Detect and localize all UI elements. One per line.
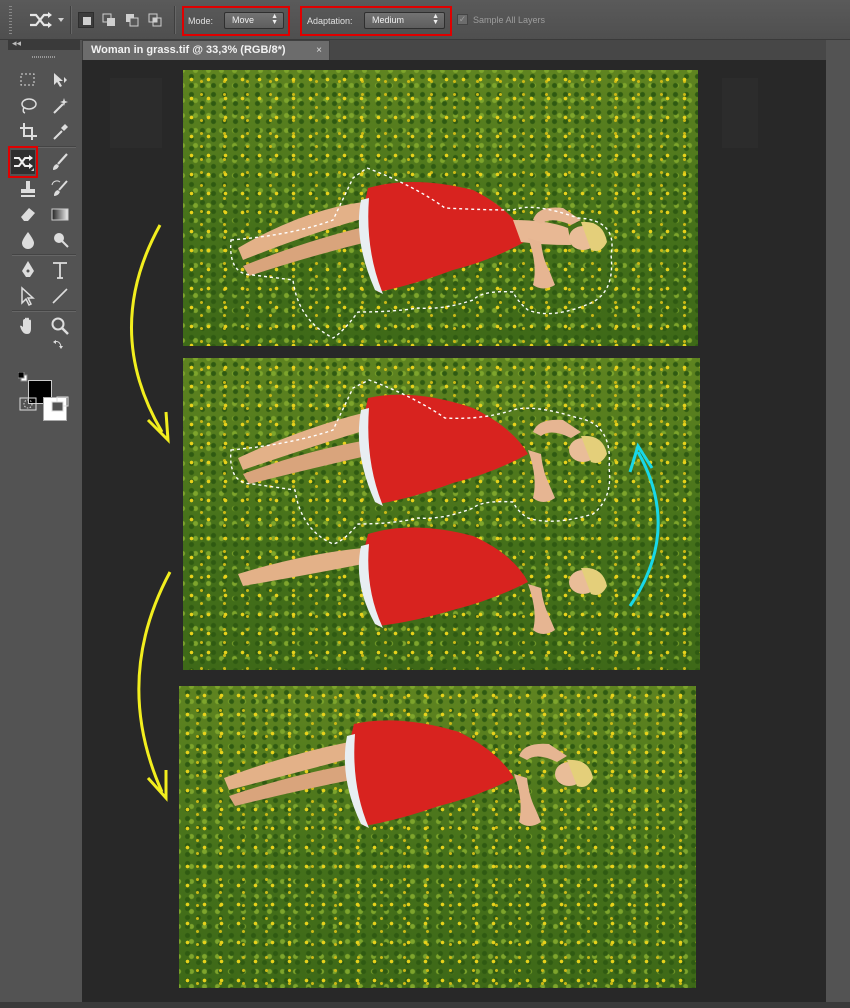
tools-panel-header[interactable]: ◂◂ [8, 38, 80, 50]
quick-mask-button[interactable] [16, 392, 40, 416]
pen-icon [22, 261, 34, 277]
faint-thumbnail [722, 78, 758, 148]
rectangular-marquee-tool[interactable] [16, 68, 40, 92]
type-icon [53, 262, 67, 279]
move-tool[interactable] [48, 68, 72, 92]
swap-colors-icon [53, 340, 63, 349]
hand-tool[interactable] [16, 314, 40, 338]
magic-wand-icon [53, 98, 68, 114]
blur-tool[interactable] [16, 228, 40, 252]
eraser-icon [21, 208, 35, 221]
down-arrow-1-head [146, 411, 170, 444]
woman-figure [224, 720, 593, 828]
tool-preset-picker[interactable] [26, 9, 66, 31]
intersect-selection-button[interactable] [147, 12, 163, 28]
adaptation-select-value: Medium [372, 15, 405, 25]
lasso-icon [21, 98, 37, 114]
eraser-tool[interactable] [16, 202, 40, 226]
eyedropper-icon [53, 124, 68, 140]
zoom-icon [51, 317, 69, 335]
gradient-icon [51, 208, 69, 221]
select-arrows-icon: ▲ ▼ [432, 13, 439, 26]
eyedropper-tool[interactable] [48, 120, 72, 144]
dodge-tool[interactable] [48, 228, 72, 252]
down-arrow-2-head [146, 770, 168, 802]
toolbar-separator [12, 310, 76, 312]
content-aware-move-tool[interactable] [11, 150, 35, 174]
document-tab-title: Woman in grass.tif @ 33,3% (RGB/8*) [91, 44, 286, 56]
adaptation-label: Adaptation: [307, 16, 353, 26]
swap-colors-button[interactable] [52, 338, 64, 350]
woman-figure [238, 181, 607, 294]
tab-strip [330, 40, 826, 60]
clone-stamp-icon [21, 181, 35, 197]
rectangular-marquee-icon [20, 73, 35, 86]
sample-all-layers-label: Sample All Layers [473, 15, 546, 25]
pen-tool[interactable] [16, 258, 40, 282]
screen-mode-button[interactable] [48, 392, 72, 416]
status-bar [0, 1002, 850, 1008]
toolbar-separator [12, 254, 76, 256]
mode-select[interactable]: Move ▲ ▼ [224, 12, 284, 29]
content-aware-move-icon [14, 155, 34, 171]
adaptation-select[interactable]: Medium ▲ ▼ [364, 12, 445, 29]
type-tool[interactable] [48, 258, 72, 282]
collapse-panel-icon[interactable]: ◂◂ [12, 38, 21, 49]
original-woman-figure [238, 527, 607, 634]
magic-wand-tool[interactable] [48, 94, 72, 118]
gradient-tool[interactable] [48, 202, 72, 226]
faint-thumbnail [110, 78, 162, 148]
right-panel-edge [826, 40, 850, 1002]
options-bar: Mode: Move ▲ ▼ Adaptation: Medium ▲ ▼ ✓ Sa… [0, 0, 850, 40]
quick-mask-icon [19, 397, 37, 411]
mode-select-value: Move [232, 15, 255, 25]
lasso-tool[interactable] [16, 94, 40, 118]
dodge-icon [54, 233, 69, 248]
sample-all-layers-checkbox[interactable]: ✓ [457, 14, 468, 25]
intersect-selection-icon [148, 13, 162, 27]
add-selection-icon [102, 13, 115, 26]
tools-panel-grip[interactable] [32, 56, 56, 58]
history-brush-tool[interactable] [48, 177, 72, 201]
down-arrow-2 [137, 571, 172, 793]
crop-tool[interactable] [16, 120, 40, 144]
hand-icon [20, 317, 31, 334]
brush-tool[interactable] [48, 150, 72, 174]
move-icon [54, 73, 67, 87]
line-icon [52, 288, 68, 304]
crop-icon [20, 123, 37, 140]
subtract-selection-icon [126, 14, 139, 27]
step-3-image [179, 686, 696, 988]
new-selection-icon [83, 17, 91, 25]
zoom-tool[interactable] [48, 314, 72, 338]
line-tool[interactable] [48, 284, 72, 308]
default-colors-button[interactable] [18, 372, 28, 382]
options-bar-grip[interactable] [9, 6, 12, 34]
tools-panel: ◂◂ [8, 38, 80, 1002]
select-arrows-icon: ▲ ▼ [271, 13, 278, 26]
separator [70, 6, 72, 34]
path-selection-tool[interactable] [16, 284, 40, 308]
canvas-area [82, 60, 826, 1002]
step-1-image [183, 70, 698, 346]
document-tab[interactable]: Woman in grass.tif @ 33,3% (RGB/8*) × [82, 40, 330, 60]
screen-mode-icon [51, 396, 69, 412]
new-selection-button[interactable] [78, 12, 94, 28]
content-aware-move-icon [30, 12, 64, 28]
add-to-selection-button[interactable] [101, 12, 117, 28]
history-brush-icon [51, 180, 68, 196]
brush-icon [53, 153, 68, 170]
down-arrow-1 [130, 224, 164, 433]
mode-label: Mode: [188, 16, 214, 26]
blur-icon [22, 232, 34, 249]
subtract-from-selection-button[interactable] [124, 12, 140, 28]
separator [174, 6, 176, 34]
clone-stamp-tool[interactable] [16, 177, 40, 201]
close-tab-icon[interactable]: × [316, 41, 322, 60]
default-colors-icon [18, 372, 28, 382]
step-2-image [183, 358, 700, 670]
path-selection-icon [21, 286, 35, 307]
